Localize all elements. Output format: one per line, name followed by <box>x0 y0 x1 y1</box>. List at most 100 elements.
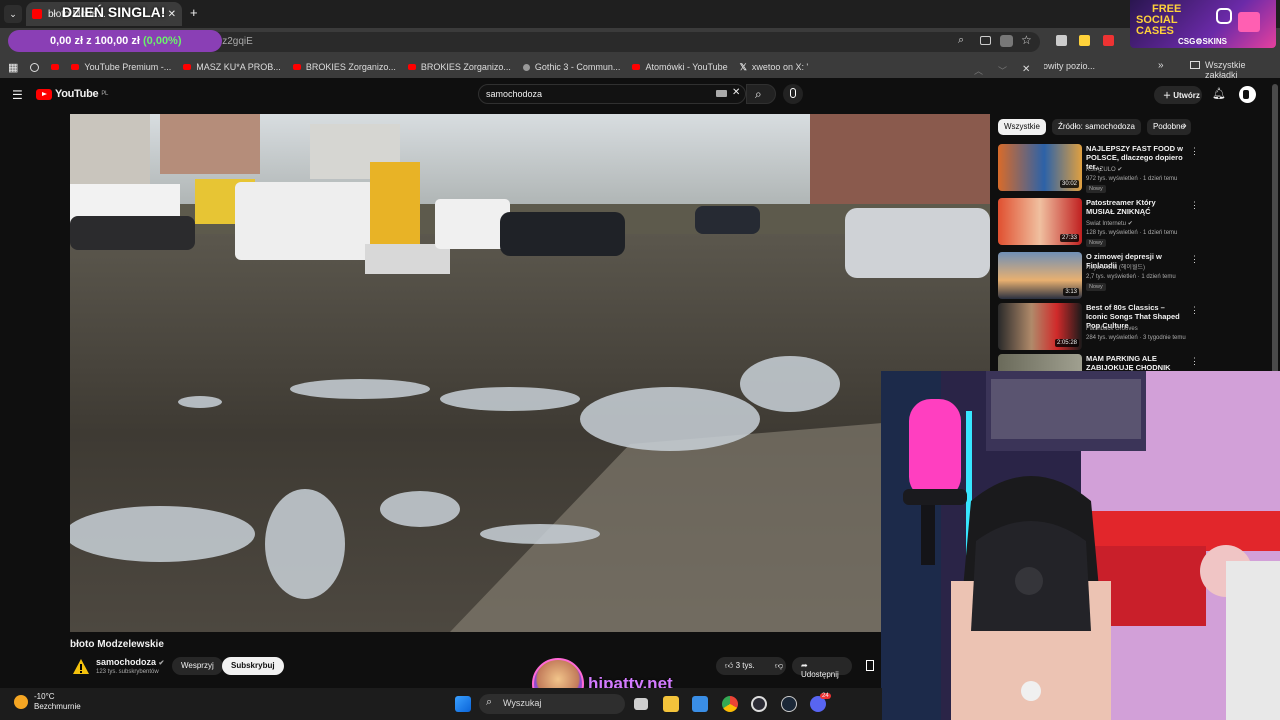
store-icon[interactable] <box>692 696 708 712</box>
more-options-icon[interactable]: ⋮ <box>1190 146 1199 157</box>
video-thumbnail: 2:05:28 <box>998 303 1082 350</box>
plus-icon: ＋ <box>1163 91 1174 100</box>
mic-icon <box>790 88 796 98</box>
apps-grid-icon[interactable]: ▦ <box>8 61 18 74</box>
bookmark-label: Gothic 3 - Commun... <box>534 62 621 72</box>
search-icon: ⌕ <box>486 696 493 708</box>
obs-icon[interactable] <box>751 696 767 712</box>
dislike-button[interactable]: 👎︎ <box>766 657 792 675</box>
extension-yellow-icon[interactable] <box>1079 35 1090 46</box>
steam-icon[interactable] <box>781 696 797 712</box>
video-title: błoto Modzelewskie <box>70 639 164 650</box>
task-view-icon[interactable] <box>634 698 648 710</box>
video-player[interactable] <box>70 114 990 632</box>
balance-current: 0,00 zł <box>50 35 84 47</box>
csg-skins-ad: FREE SOCIAL CASES CSG⚙SKINS <box>1130 0 1276 48</box>
notifications-bell-icon[interactable]: 🔔︎ <box>1212 87 1226 100</box>
windows-start-icon[interactable] <box>455 696 471 712</box>
youtube-play-icon <box>36 88 52 100</box>
chip-source[interactable]: Źródło: samochodoza <box>1052 119 1141 135</box>
chevron-right-icon[interactable]: › <box>1183 120 1187 132</box>
cast-icon[interactable] <box>1000 35 1013 47</box>
bookmark-item[interactable]: Atomówki - YouTube <box>632 62 728 72</box>
voice-search-button[interactable] <box>783 84 803 104</box>
bookmark-label: BROKIES Zorganizo... <box>420 62 511 72</box>
temperature: -10°C <box>34 692 55 701</box>
folder-icon <box>1190 61 1200 69</box>
save-icon[interactable] <box>866 660 874 671</box>
find-next-icon[interactable]: ﹀ <box>998 64 1007 77</box>
find-close-icon[interactable]: ✕ <box>1022 64 1030 75</box>
streamer-webcam <box>881 371 1280 720</box>
like-count: 3 tys. <box>735 661 755 670</box>
bookmark-label: BROKIES Zorganizo... <box>305 62 396 72</box>
bookmark-star-icon[interactable]: ☆ <box>1021 33 1032 47</box>
notification-badge: 24 <box>820 693 831 699</box>
channel-avatar[interactable] <box>72 658 90 676</box>
extension-icon[interactable] <box>1056 35 1067 46</box>
recommendation-item[interactable]: 27:33 Patostreamer Który MUSIAŁ ZNIKNĄĆ … <box>998 198 1199 248</box>
recommendation-item[interactable]: 3:13 O zimowej depresji w Finlandii Heya… <box>998 252 1199 302</box>
instagram-icon <box>1216 8 1232 24</box>
weather-widget[interactable]: -10°C Bezchmurnie <box>14 692 81 712</box>
duration-badge: 27:33 <box>1059 234 1079 242</box>
webcam-frame <box>881 371 1280 720</box>
chip-all[interactable]: Wszystkie <box>998 119 1046 135</box>
subscriber-count: 123 tys. subskrybentów <box>96 669 159 675</box>
more-options-icon[interactable]: ⋮ <box>1190 200 1199 211</box>
tab-close-icon[interactable]: ✕ <box>168 9 176 20</box>
support-button[interactable]: Wesprzyj <box>172 657 223 675</box>
recommendation-item[interactable]: 2:05:28 Best of 80s Classics – Iconic So… <box>998 303 1199 353</box>
more-options-icon[interactable]: ⋮ <box>1190 356 1198 367</box>
taskbar-search[interactable]: Wyszukaj <box>479 694 625 714</box>
subscribe-button[interactable]: Subskrybuj <box>222 657 284 675</box>
more-bookmarks-icon[interactable]: » <box>1158 60 1164 71</box>
search-icon: ⌕ <box>755 87 762 101</box>
recommendation-meta: 284 tys. wyświetleń · 3 tygodnie temu <box>1086 335 1186 341</box>
zoom-icon[interactable]: ⌕ <box>958 34 964 47</box>
chrome-icon[interactable] <box>722 696 738 712</box>
recommendation-item[interactable]: MAM PARKING ALE ZABIJOKUJĘ CHODNIK LOĆ 1… <box>998 354 1198 371</box>
extension-red-icon[interactable] <box>1103 35 1114 46</box>
menu-icon[interactable]: ☰ <box>12 88 23 102</box>
youtube-favicon-icon <box>51 64 60 70</box>
page-scrollbar[interactable] <box>1272 84 1278 374</box>
install-app-icon[interactable] <box>980 36 991 45</box>
more-options-icon[interactable]: ⋮ <box>1190 305 1199 316</box>
channel-name[interactable]: samochodoza ✔ <box>96 657 164 667</box>
bookmark-label: Atomówki - YouTube <box>645 62 728 72</box>
bookmark-partial[interactable]: owity pozio... <box>1043 61 1095 71</box>
more-options-icon[interactable]: ⋮ <box>1190 254 1199 265</box>
recommendation-item[interactable]: 30:02 NAJLEPSZY FAST FOOD w POLSCE, dlac… <box>998 144 1199 194</box>
youtube-favicon-icon <box>32 9 42 19</box>
verified-icon: ✔ <box>158 660 165 667</box>
video-thumbnail <box>998 354 1082 371</box>
file-explorer-icon[interactable] <box>663 696 679 712</box>
bookmark-label: YouTube Premium -... <box>84 62 172 72</box>
recommendation-meta: 128 tys. wyświetleń · 1 dzień temu <box>1086 230 1178 236</box>
bookmark-item[interactable]: Gothic 3 - Commun... <box>522 62 621 72</box>
new-tab-button[interactable]: + <box>190 6 198 20</box>
bookmark-item[interactable]: BROKIES Zorganizo... <box>292 62 396 72</box>
search-input[interactable]: samochodoza <box>478 84 746 104</box>
find-prev-icon[interactable]: ︿ <box>974 64 983 77</box>
create-button[interactable]: ＋ Utwórz <box>1154 86 1202 104</box>
bookmark-item[interactable]: YouTube Premium -... <box>71 62 171 72</box>
avatar[interactable] <box>1239 86 1256 103</box>
bookmark-item[interactable]: MASZ KU*A PROB... <box>183 62 281 72</box>
clear-search-icon[interactable]: ✕ <box>732 87 740 98</box>
youtube-logo[interactable]: YouTube PL <box>36 88 108 100</box>
region-code: PL <box>101 91 109 97</box>
share-button[interactable]: ➦ Udostępnij <box>792 657 852 679</box>
tab-search-button[interactable]: ⌄ <box>4 5 22 23</box>
sale-banner: DZIEŃ SINGLA! <box>62 4 166 20</box>
recommendation-title: MAM PARKING ALE ZABIJOKUJĘ CHODNIK LOĆ 1 <box>1086 354 1171 371</box>
thumbs-down-icon: 👎︎ <box>775 661 784 670</box>
bookmark-item[interactable]: BROKIES Zorganizo... <box>407 62 511 72</box>
bookmark-youtube-short[interactable] <box>51 64 60 70</box>
keyboard-icon[interactable] <box>716 90 727 97</box>
new-badge: Nowy <box>1086 283 1106 291</box>
github-icon[interactable] <box>30 62 40 72</box>
all-bookmarks[interactable]: Wszystkie zakładki <box>1190 60 1280 80</box>
search-button[interactable]: ⌕ <box>746 84 776 104</box>
